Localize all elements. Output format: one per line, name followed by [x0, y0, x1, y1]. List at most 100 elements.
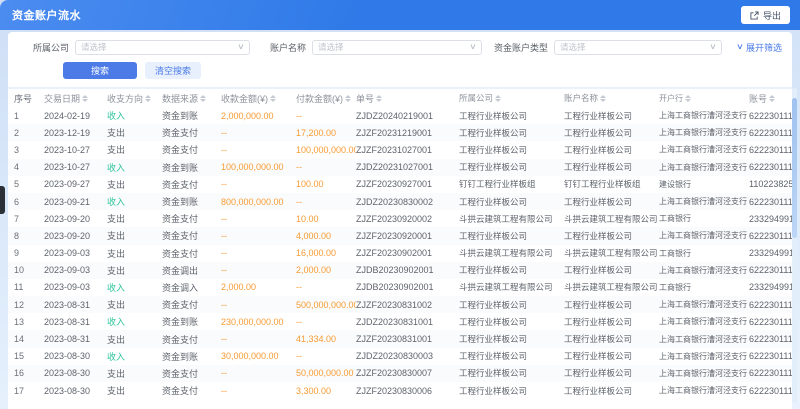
expand-filters-link[interactable]: ∨ 展开筛选 — [737, 41, 782, 54]
cell-source: 资金支付 — [162, 247, 221, 260]
cell-order: ZJZF20230831001 — [356, 334, 459, 344]
cell-source: 资金到账 — [162, 109, 221, 122]
cell-account: 工程行业样板公司 — [564, 264, 659, 276]
column-header-order-no[interactable]: 单号 — [356, 92, 459, 105]
drawer-handle[interactable] — [0, 186, 5, 214]
cell-number: 622230111 — [749, 300, 792, 310]
cell-receive: -- — [221, 128, 296, 138]
table-row: 92023-09-03支出资金支付--16,000.00ZJZF20230902… — [8, 245, 792, 262]
cell-order: ZJZF20231219001 — [356, 128, 459, 138]
cell-bank: 上海工商银行漕河泾支行 — [659, 265, 749, 276]
cell-direction: 支出 — [107, 126, 162, 139]
cell-company: 工程行业样板公司 — [459, 316, 564, 328]
company-select-placeholder: 请选择 — [81, 41, 107, 53]
chevron-down-icon: ∨ — [709, 43, 717, 51]
cell-date: 2023-09-27 — [44, 179, 107, 189]
scrollbar-thumb[interactable] — [792, 98, 797, 238]
cell-account: 斗拱云建筑工程有限公司 — [564, 281, 659, 293]
column-header-date[interactable]: 交易日期 — [44, 92, 107, 105]
company-select[interactable]: 请选择 ∨ — [75, 40, 250, 55]
cell-source: 资金支付 — [162, 298, 221, 311]
cell-order: ZJDZ20230831001 — [356, 317, 459, 327]
cell-order: ZJZF20230830007 — [356, 368, 459, 378]
cell-company: 工程行业样板公司 — [459, 144, 564, 156]
table-row: 42023-10-27收入资金到账100,000,000.00--ZJDZ202… — [8, 159, 792, 176]
table-row: 172023-08-30支出资金支付--3,300.00ZJZF20230830… — [8, 382, 792, 399]
cell-company: 钉钉工程行业样板组 — [459, 178, 564, 190]
cell-bank: 上海工商银行漕河泾支行 — [659, 196, 749, 207]
column-header-receive-amount[interactable]: 收款金额(¥) — [221, 92, 296, 105]
table-row: 52023-09-27支出资金支付--100.00ZJZF20230927001… — [8, 176, 792, 193]
cell-pay: 17,200.00 — [296, 128, 356, 138]
cell-receive: 2,000,000.00 — [221, 111, 296, 121]
cell-date: 2023-08-30 — [44, 386, 107, 396]
cell-seq: 8 — [14, 231, 44, 241]
cell-receive: 100,000,000.00 — [221, 162, 296, 172]
cell-receive: 2,000.00 — [221, 282, 296, 292]
content-card: 所属公司 请选择 ∨ 账户名称 请选择 ∨ 资金账户类型 请选择 ∨ ∨ 展开筛… — [8, 32, 792, 409]
cell-number: 622230111 — [749, 162, 792, 172]
cell-company: 工程行业样板公司 — [459, 127, 564, 139]
cell-pay: 500,000,000.00 — [296, 300, 356, 310]
cell-direction: 收入 — [107, 281, 162, 294]
sort-icon — [200, 95, 206, 102]
expand-filters-label: 展开筛选 — [746, 41, 782, 54]
table-row: 72023-09-20支出资金支付--10.00ZJZF20230920002斗… — [8, 210, 792, 227]
cell-account: 工程行业样板公司 — [564, 316, 659, 328]
account-type-select[interactable]: 请选择 ∨ — [554, 40, 722, 55]
account-name-select[interactable]: 请选择 ∨ — [312, 40, 482, 55]
cell-source: 资金调入 — [162, 281, 221, 294]
cell-bank: 上海工商银行漕河泾支行 — [659, 368, 749, 379]
cell-company: 工程行业样板公司 — [459, 161, 564, 173]
filter-actions: 搜索 清空搜索 — [63, 62, 792, 79]
cell-direction: 支出 — [107, 384, 162, 397]
cell-seq: 17 — [14, 386, 44, 396]
cell-bank: 上海工商银行漕河泾支行 — [659, 299, 749, 310]
cell-bank: 上海工商银行漕河泾支行 — [659, 351, 749, 362]
cell-direction: 收入 — [107, 195, 162, 208]
cell-order: ZJZF20230831002 — [356, 300, 459, 310]
search-button[interactable]: 搜索 — [63, 62, 137, 79]
page-title: 资金账户流水 — [12, 7, 81, 23]
column-header-bank[interactable]: 开户行 — [659, 93, 749, 104]
cell-receive: -- — [221, 300, 296, 310]
column-header-source[interactable]: 数据来源 — [162, 92, 221, 105]
cell-date: 2023-08-30 — [44, 368, 107, 378]
clear-search-button[interactable]: 清空搜索 — [145, 62, 201, 79]
export-button[interactable]: 导出 — [741, 6, 790, 24]
cell-seq: 7 — [14, 214, 44, 224]
cell-order: ZJDZ20231027001 — [356, 162, 459, 172]
cell-source: 资金支付 — [162, 367, 221, 380]
export-icon — [750, 11, 759, 20]
cell-number: 622230111 — [749, 231, 792, 241]
cell-bank: 上海工商银行漕河泾支行 — [659, 110, 749, 121]
column-header-direction[interactable]: 收支方向 — [107, 92, 162, 105]
cell-source: 资金支付 — [162, 126, 221, 139]
cell-pay: -- — [296, 351, 356, 361]
cell-source: 资金支付 — [162, 333, 221, 346]
column-header-account-no[interactable]: 账号 — [749, 92, 792, 105]
cell-number: 622230111 — [749, 111, 792, 121]
sort-icon — [495, 95, 501, 102]
cell-seq: 6 — [14, 197, 44, 207]
cell-number: 622230111 — [749, 317, 792, 327]
sort-icon — [345, 95, 351, 102]
column-header-pay-amount[interactable]: 付款金额(¥) — [296, 92, 356, 105]
cell-seq: 11 — [14, 282, 44, 292]
scrollbar[interactable] — [792, 88, 797, 403]
cell-source: 资金支付 — [162, 143, 221, 156]
table-row: 82023-09-20支出资金支付--4,000.00ZJZF202309200… — [8, 227, 792, 244]
cell-source: 资金支付 — [162, 178, 221, 191]
cell-pay: 10.00 — [296, 214, 356, 224]
cell-seq: 15 — [14, 351, 44, 361]
table-row: 32023-10-27支出资金支付--100,000,000.00ZJZF202… — [8, 141, 792, 158]
cell-order: ZJDZ20230830003 — [356, 351, 459, 361]
cell-source: 资金支付 — [162, 212, 221, 225]
cell-direction: 收入 — [107, 109, 162, 122]
cell-company: 工程行业样板公司 — [459, 196, 564, 208]
cell-order: ZJDB20230902001 — [356, 265, 459, 275]
column-header-company[interactable]: 所属公司 — [459, 92, 564, 104]
cell-direction: 支出 — [107, 247, 162, 260]
cell-bank: 工商银行 — [659, 248, 749, 259]
column-header-account-name[interactable]: 账户名称 — [564, 92, 659, 104]
